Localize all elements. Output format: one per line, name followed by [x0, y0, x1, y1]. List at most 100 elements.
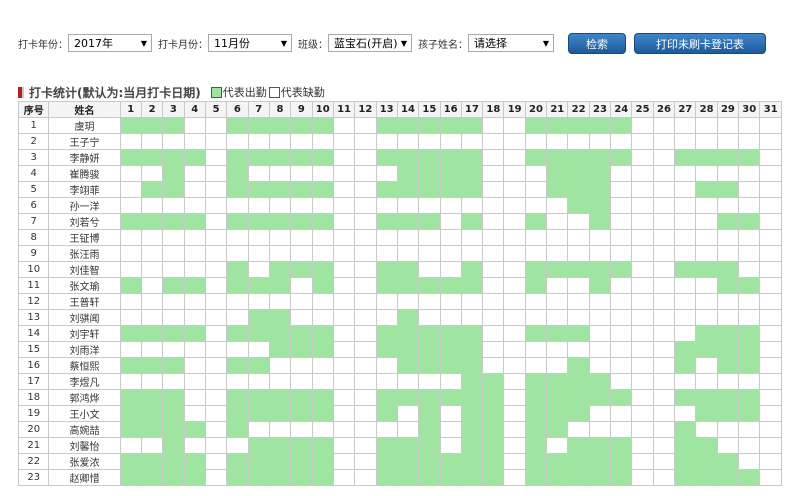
attendance-cell-present: [610, 469, 633, 486]
attendance-cell-present: [588, 181, 612, 198]
attendance-cell-absent: [140, 261, 164, 278]
attendance-cell-present: [460, 213, 484, 230]
attendance-cell-present: [460, 389, 484, 406]
print-unswiped-button[interactable]: 打印未刷卡登记表: [634, 32, 766, 54]
attendance-cell-absent: [610, 373, 633, 390]
attendance-cell-absent: [439, 293, 462, 310]
attendance-cell-present: [311, 453, 334, 470]
attendance-cell-present: [716, 325, 740, 342]
attendance-cell-absent: [162, 373, 185, 390]
attendance-cell-present: [311, 117, 334, 134]
attendance-cell-absent: [759, 213, 782, 230]
row-seq: 5: [17, 181, 50, 198]
attendance-cell-present: [567, 373, 590, 390]
attendance-cell-present: [375, 405, 398, 422]
attendance-cell-absent: [375, 229, 398, 246]
attendance-cell-present: [375, 437, 398, 454]
attendance-cell-present: [524, 389, 548, 406]
attendance-cell-absent: [652, 341, 676, 358]
attendance-cell-absent: [332, 357, 356, 374]
year-select[interactable]: 2017年 ▼: [68, 34, 152, 52]
attendance-cell-absent: [674, 117, 697, 134]
attendance-cell-absent: [332, 197, 356, 214]
attendance-cell-absent: [503, 309, 526, 326]
attendance-cell-present: [396, 277, 420, 294]
table-row: 20 高婉喆: [17, 421, 782, 438]
attendance-cell-absent: [567, 293, 590, 310]
attendance-cell-present: [460, 181, 484, 198]
attendance-cell-absent: [119, 437, 142, 454]
attendance-cell-present: [695, 181, 718, 198]
attendance-cell-absent: [546, 245, 569, 262]
attendance-cell-absent: [716, 245, 740, 262]
header-day: 20: [524, 101, 548, 118]
row-name: 蔡恒熙: [48, 357, 121, 374]
attendance-cell-present: [738, 469, 761, 486]
attendance-cell-absent: [652, 437, 676, 454]
attendance-cell-present: [546, 165, 569, 182]
attendance-cell-absent: [652, 325, 676, 342]
attendance-cell-present: [268, 309, 292, 326]
attendance-cell-absent: [439, 309, 462, 326]
attendance-cell-absent: [439, 197, 462, 214]
child-select[interactable]: 请选择 ▼: [468, 34, 554, 52]
attendance-cell-absent: [204, 469, 228, 486]
attendance-cell-present: [418, 357, 441, 374]
attendance-cell-absent: [332, 261, 356, 278]
attendance-cell-absent: [503, 437, 526, 454]
attendance-cell-absent: [503, 149, 526, 166]
attendance-cell-absent: [482, 357, 505, 374]
attendance-cell-present: [183, 213, 206, 230]
attendance-cell-absent: [226, 229, 249, 246]
attendance-cell-absent: [652, 453, 676, 470]
attendance-cell-absent: [503, 373, 526, 390]
attendance-cell-absent: [418, 229, 441, 246]
attendance-cell-present: [396, 341, 420, 358]
attendance-cell-absent: [162, 229, 185, 246]
attendance-cell-absent: [759, 293, 782, 310]
attendance-cell-absent: [226, 293, 249, 310]
attendance-cell-present: [610, 149, 633, 166]
attendance-cell-absent: [183, 309, 206, 326]
attendance-cell-absent: [716, 165, 740, 182]
attendance-cell-absent: [375, 133, 398, 150]
attendance-cell-absent: [652, 197, 676, 214]
attendance-cell-absent: [482, 293, 505, 310]
attendance-cell-present: [290, 389, 313, 406]
attendance-cell-absent: [332, 213, 356, 230]
attendance-cell-present: [226, 261, 249, 278]
attendance-cell-present: [567, 165, 590, 182]
table-row: 4 崔腾骏: [17, 165, 782, 182]
attendance-cell-present: [524, 117, 548, 134]
attendance-cell-absent: [588, 405, 612, 422]
attendance-cell-absent: [738, 453, 761, 470]
attendance-cell-present: [290, 149, 313, 166]
attendance-cell-absent: [204, 325, 228, 342]
section-title: 打卡统计(默认为:当月打卡日期): [29, 85, 201, 100]
attendance-cell-absent: [503, 341, 526, 358]
attendance-cell-absent: [738, 373, 761, 390]
attendance-cell-absent: [418, 133, 441, 150]
attendance-cell-absent: [482, 133, 505, 150]
attendance-cell-present: [524, 149, 548, 166]
attendance-cell-present: [311, 149, 334, 166]
attendance-cell-present: [140, 469, 164, 486]
attendance-cell-present: [119, 213, 142, 230]
attendance-cell-absent: [652, 357, 676, 374]
attendance-cell-present: [290, 453, 313, 470]
attendance-cell-present: [716, 181, 740, 198]
class-select[interactable]: 蓝宝石(开启) ▼: [328, 34, 412, 52]
attendance-cell-absent: [396, 293, 420, 310]
row-name: 王钲博: [48, 229, 121, 246]
attendance-cell-present: [226, 277, 249, 294]
table-row: 19 王小文: [17, 405, 782, 422]
attendance-cell-present: [460, 261, 484, 278]
attendance-cell-present: [482, 389, 505, 406]
attendance-cell-absent: [674, 405, 697, 422]
attendance-cell-present: [226, 405, 249, 422]
attendance-cell-absent: [567, 421, 590, 438]
attendance-cell-absent: [332, 437, 356, 454]
attendance-cell-absent: [482, 341, 505, 358]
month-select[interactable]: 11月份 ▼: [208, 34, 292, 52]
search-button[interactable]: 检索: [568, 32, 626, 54]
